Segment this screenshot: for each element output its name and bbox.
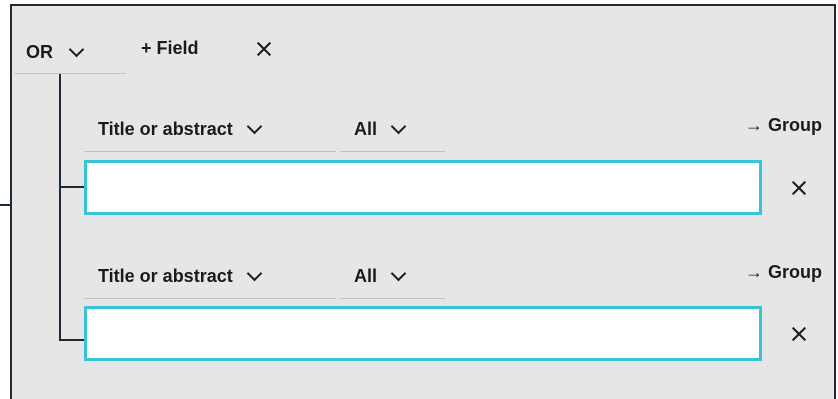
chevron-down-icon (246, 265, 262, 282)
convert-to-group-link[interactable]: → Group (745, 262, 822, 283)
chevron-down-icon (390, 118, 407, 135)
match-mode-select[interactable]: All (340, 108, 445, 152)
query-builder: OR + Field Title or abstract All → Group… (0, 0, 838, 399)
field-type-select[interactable]: Title or abstract (84, 255, 336, 299)
remove-field-close-icon[interactable] (791, 180, 807, 196)
convert-to-group-link[interactable]: → Group (745, 115, 822, 136)
field-type-select[interactable]: Title or abstract (84, 108, 336, 152)
chevron-down-icon (390, 265, 407, 282)
tree-branch-line (59, 339, 85, 341)
remove-field-close-icon[interactable] (791, 326, 807, 342)
field-type-label: Title or abstract (98, 119, 233, 139)
outer-tree-connector (0, 204, 10, 206)
chevron-down-icon (246, 118, 262, 135)
chevron-down-icon (68, 41, 85, 58)
field-type-label: Title or abstract (98, 266, 233, 286)
remove-group-close-icon[interactable] (256, 41, 272, 57)
search-term-input[interactable] (84, 160, 762, 215)
match-mode-label: All (354, 266, 378, 286)
group-operator-label: OR (26, 42, 53, 62)
search-term-input[interactable] (84, 306, 762, 361)
match-mode-select[interactable]: All (340, 255, 445, 299)
tree-branch-line (59, 186, 85, 188)
group-operator-select[interactable]: OR (14, 32, 126, 74)
tree-vertical-line (59, 74, 61, 339)
add-field-button[interactable]: + Field (141, 37, 199, 59)
match-mode-label: All (354, 119, 378, 139)
